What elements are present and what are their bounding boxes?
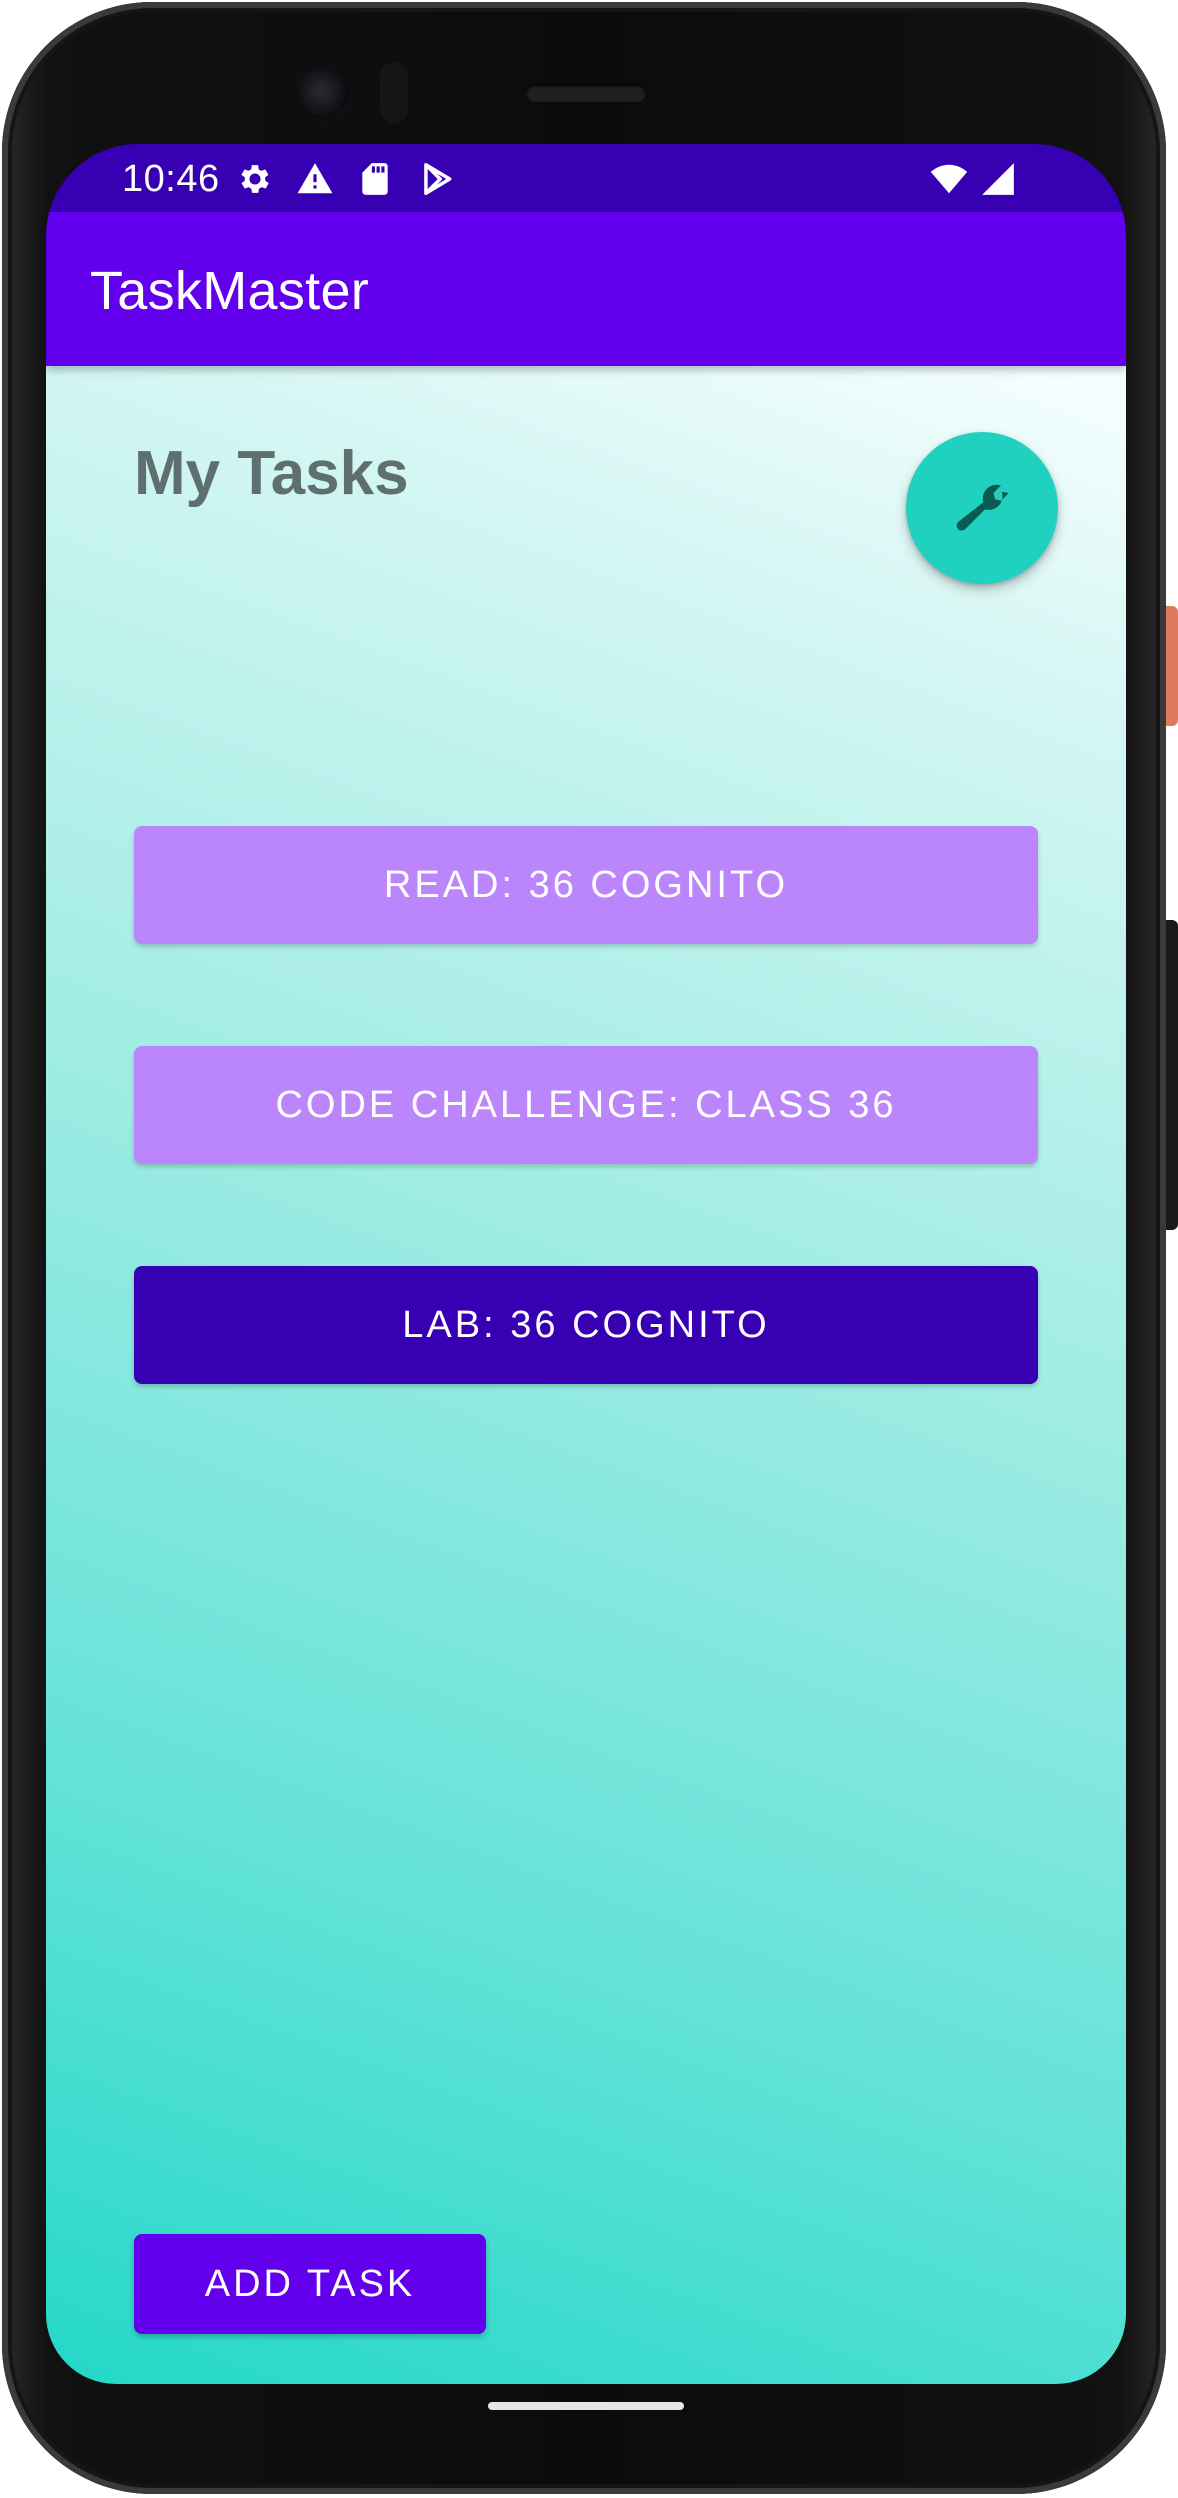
app-title: TaskMaster xyxy=(90,261,370,321)
front-camera xyxy=(296,66,352,122)
status-bar: 10:46 xyxy=(46,144,1126,212)
task-button-read[interactable]: READ: 36 COGNITO xyxy=(134,826,1038,944)
wrench-icon xyxy=(956,484,1009,531)
add-task-button[interactable]: ADD TASK xyxy=(134,2234,486,2334)
proximity-sensor xyxy=(380,62,408,124)
sd-card-icon xyxy=(362,163,388,195)
wifi-icon xyxy=(930,164,968,194)
warning-icon xyxy=(297,163,333,194)
gear-icon xyxy=(241,165,269,193)
main-content: My Tasks READ: 36 COGNITO CODE CHALLENGE… xyxy=(46,366,1126,2384)
page-title: My Tasks xyxy=(134,439,409,508)
earpiece-speaker xyxy=(526,84,646,102)
home-indicator[interactable] xyxy=(488,2402,684,2410)
app-bar: TaskMaster xyxy=(46,212,1126,366)
cell-signal-icon xyxy=(982,163,1014,195)
task-button-code-challenge[interactable]: CODE CHALLENGE: CLASS 36 xyxy=(134,1046,1038,1164)
power-button xyxy=(1166,606,1178,726)
status-time: 10:46 xyxy=(122,158,220,200)
volume-rocker xyxy=(1166,920,1178,1230)
settings-fab[interactable] xyxy=(906,432,1058,584)
screen: 10:46 TaskMaster My Tasks READ: 36 COGNI… xyxy=(46,144,1126,2384)
play-store-icon xyxy=(424,163,452,195)
task-button-lab[interactable]: LAB: 36 COGNITO xyxy=(134,1266,1038,1384)
